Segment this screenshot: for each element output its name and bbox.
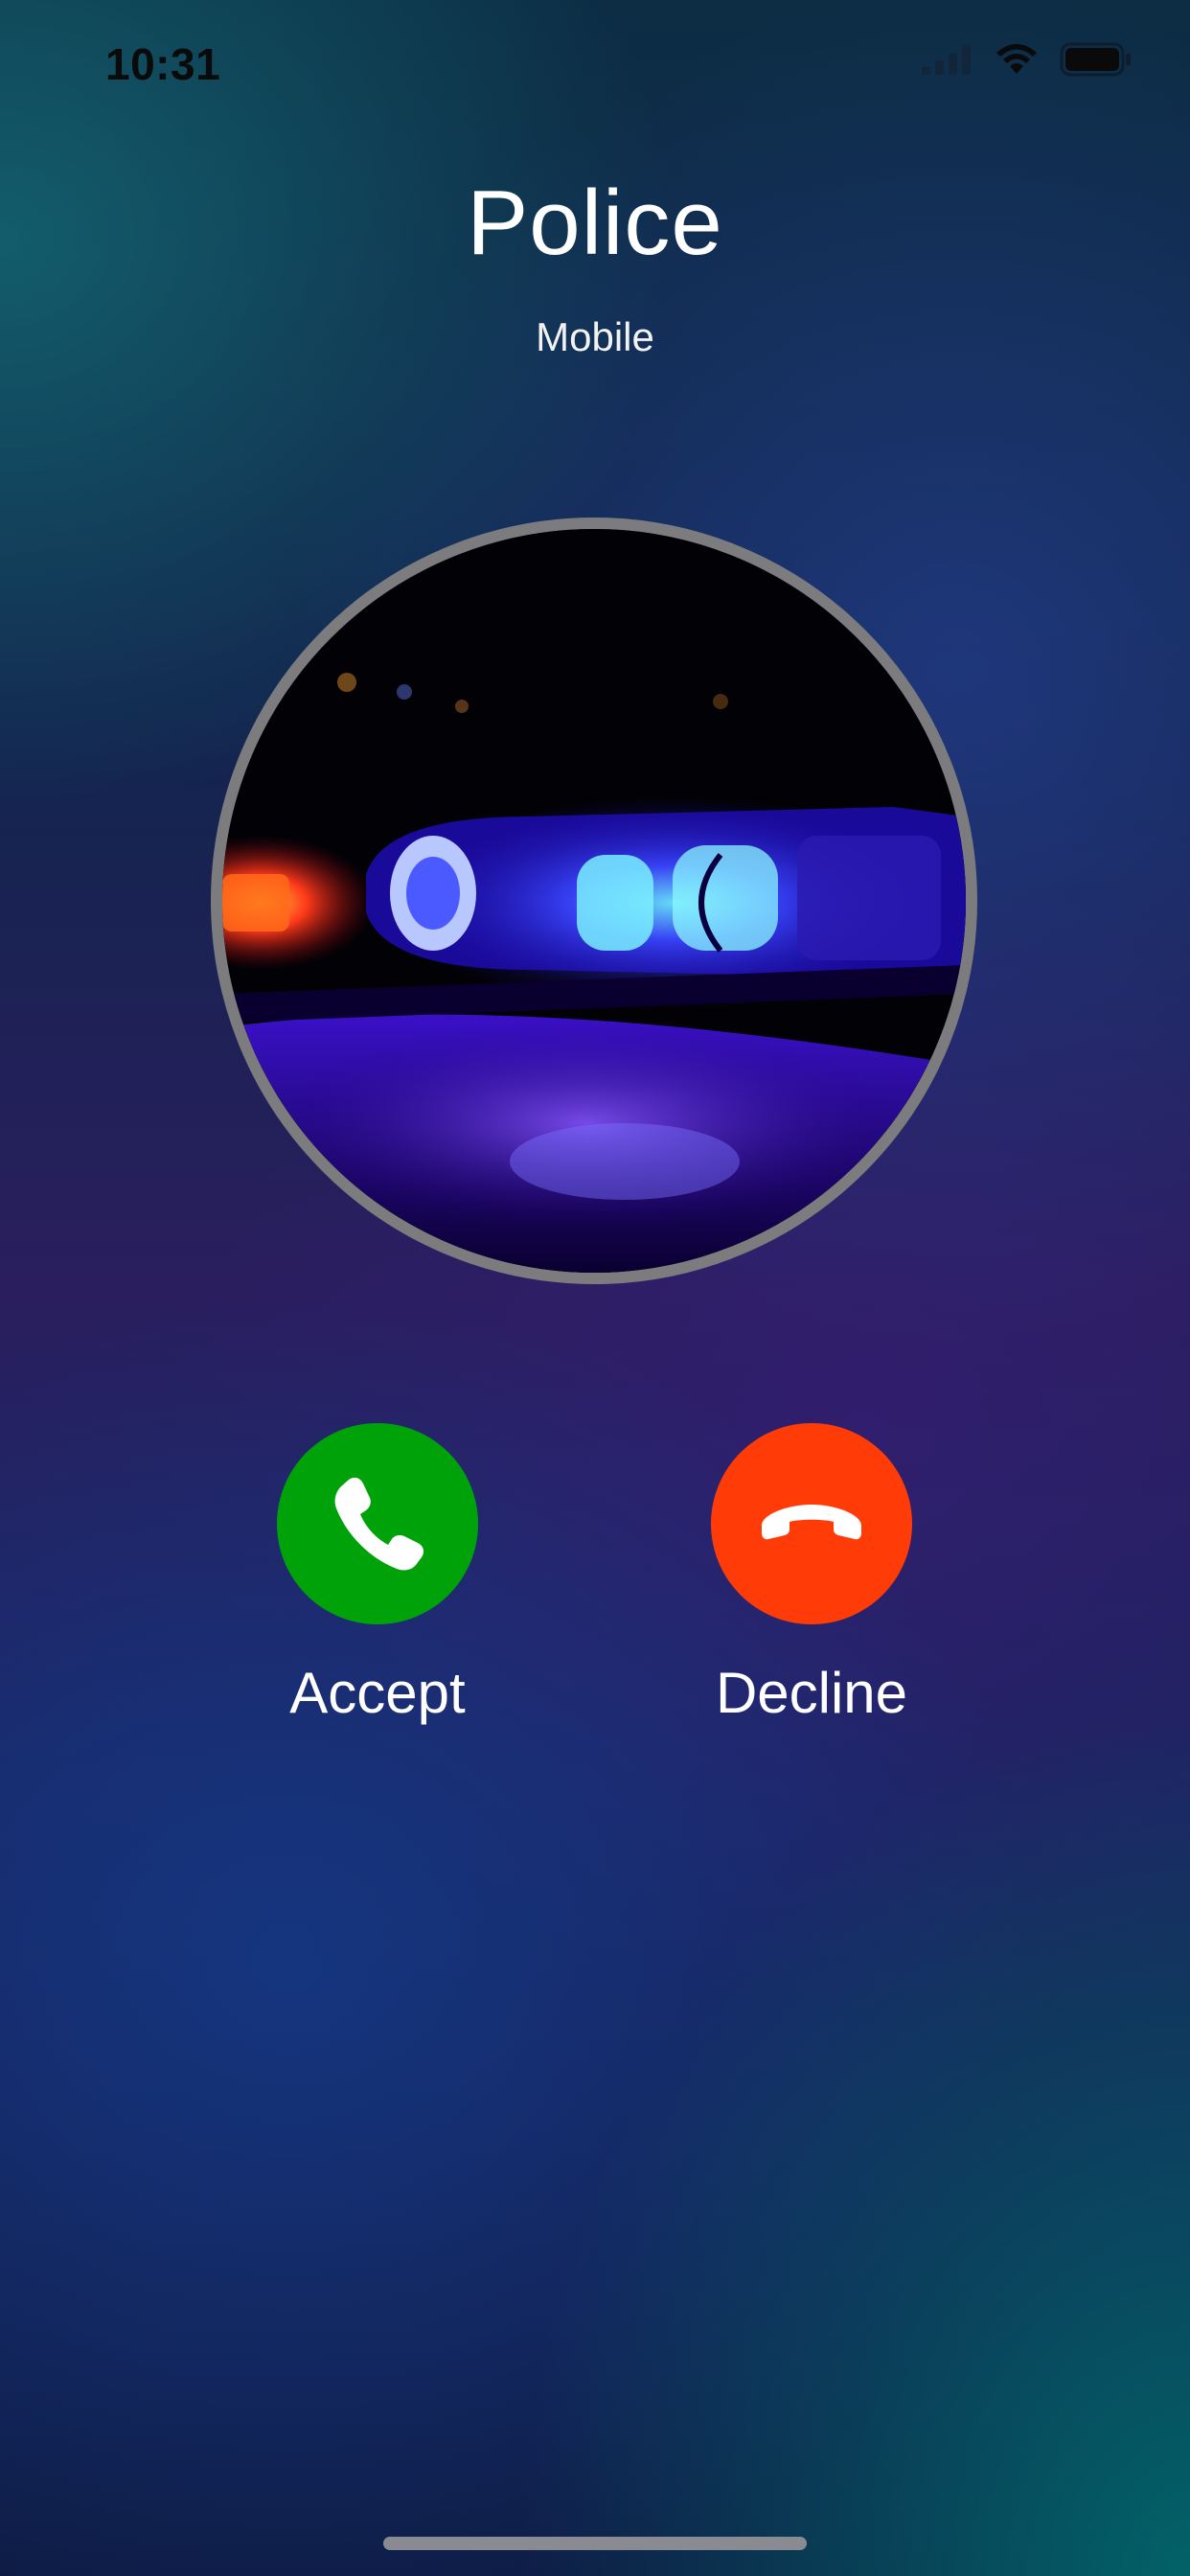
phone-icon xyxy=(334,1477,424,1571)
police-lights-photo xyxy=(222,529,966,1273)
status-time: 10:31 xyxy=(105,39,221,89)
caller-type-label: Mobile xyxy=(536,314,654,359)
status-bar: 10:31 xyxy=(0,0,1190,126)
wifi-icon xyxy=(996,44,1037,74)
decline-button[interactable] xyxy=(711,1423,912,1624)
hang-up-icon xyxy=(762,1505,861,1540)
accept-button[interactable] xyxy=(277,1423,478,1624)
caller-avatar xyxy=(211,518,977,1284)
caller-name: Police xyxy=(467,172,723,274)
accept-label: Accept xyxy=(289,1661,466,1725)
status-icons xyxy=(920,42,1133,77)
battery-icon xyxy=(1060,42,1131,77)
decline-label: Decline xyxy=(715,1661,908,1725)
home-indicator[interactable] xyxy=(383,2537,807,2550)
signal-icon xyxy=(922,45,971,75)
